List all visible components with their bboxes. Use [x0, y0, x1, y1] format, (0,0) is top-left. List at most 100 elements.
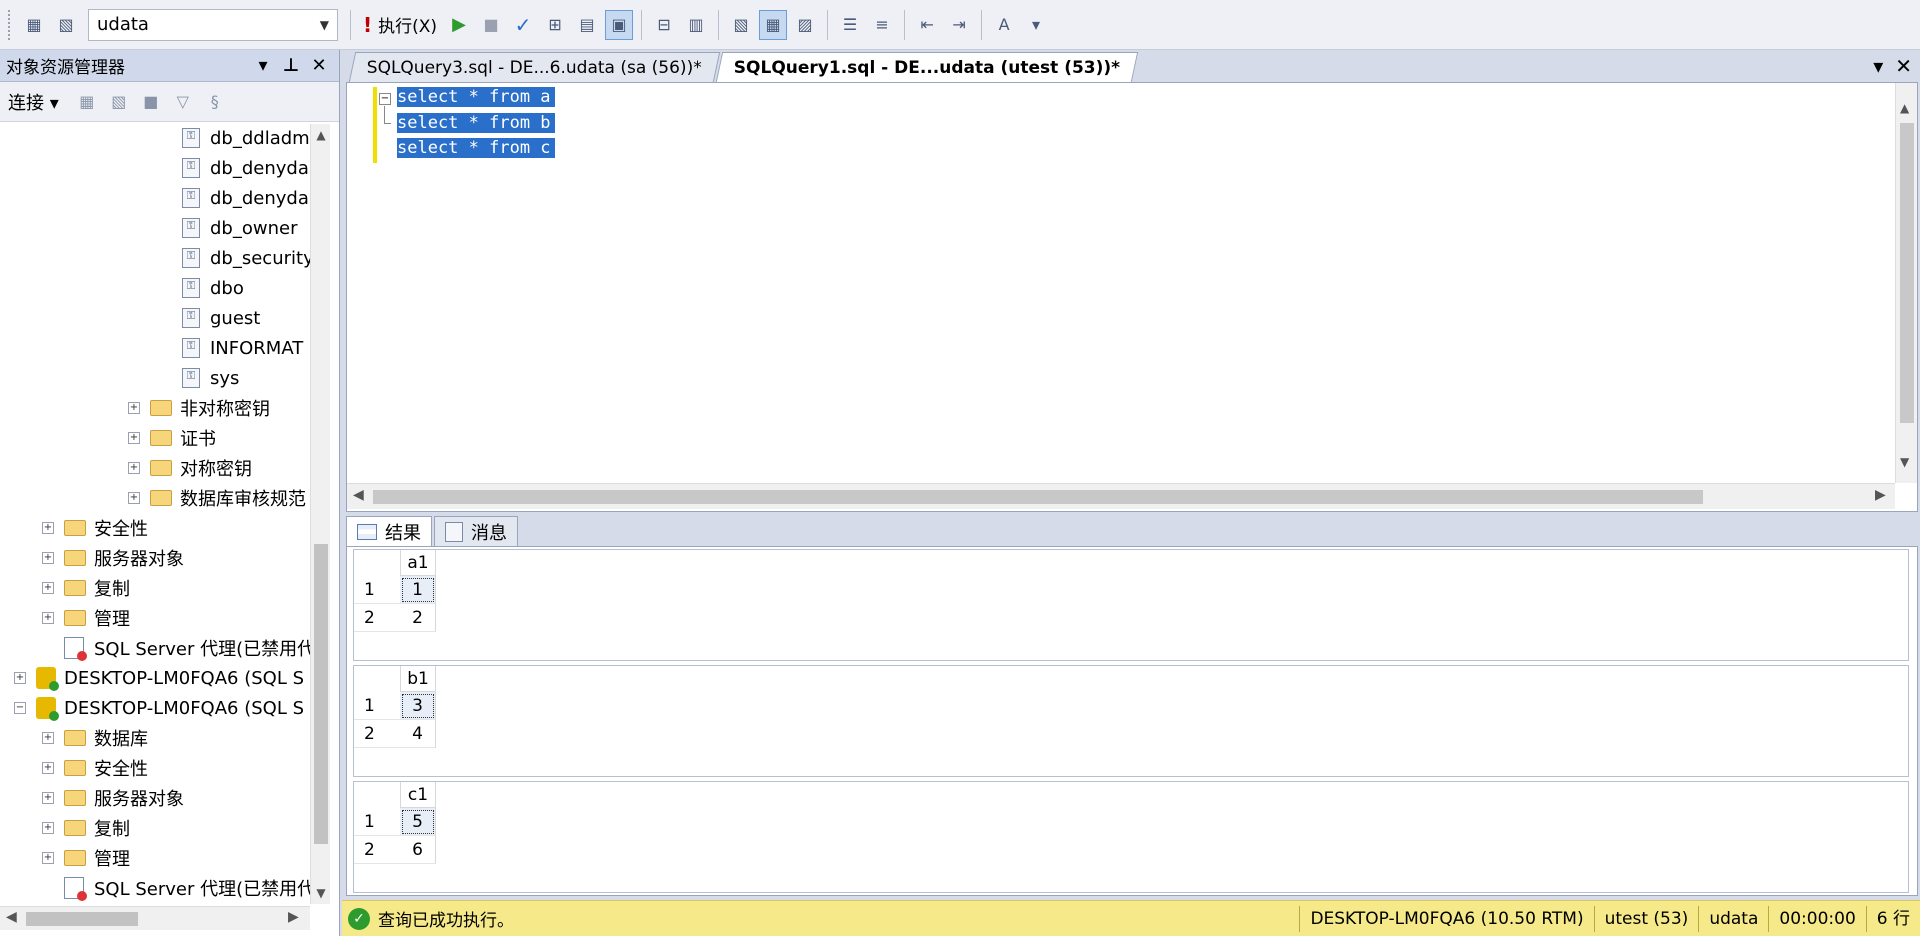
scrollbar-thumb[interactable] [373, 490, 1703, 504]
expand-icon[interactable]: + [42, 522, 54, 534]
expand-icon[interactable]: + [42, 732, 54, 744]
row-number[interactable]: 1 [354, 692, 400, 720]
client-stats-icon[interactable]: ▥ [682, 10, 710, 40]
tree-node[interactable]: ⚿ db_denyda [182, 184, 309, 212]
chevron-left-icon[interactable]: ◀ [6, 909, 17, 925]
chevron-down-icon[interactable]: ▼ [311, 886, 331, 900]
tree-node[interactable]: + 复制 [42, 814, 130, 842]
column-header[interactable]: a1 [400, 550, 436, 576]
result-grid-b[interactable]: b1 1 3 2 4 [353, 665, 1909, 777]
results-to-file-icon[interactable]: ▨ [791, 10, 819, 40]
results-to-text-icon[interactable]: ▧ [727, 10, 755, 40]
row-number[interactable]: 2 [354, 604, 400, 632]
stop-icon[interactable]: ■ [477, 10, 505, 40]
stop-icon[interactable]: ■ [138, 90, 164, 114]
estimated-plan-icon[interactable]: ▤ [573, 10, 601, 40]
register-server-icon[interactable]: ▦ [20, 10, 48, 40]
tree-node[interactable]: ⚿ db_security [182, 244, 310, 272]
tree-node[interactable]: + 非对称密钥 [128, 394, 270, 422]
tree-node[interactable]: + 证书 [128, 424, 216, 452]
row-number[interactable]: 2 [354, 720, 400, 748]
tab-results[interactable]: 结果 [346, 516, 432, 546]
tree-node[interactable]: + DESKTOP-LM0FQA6 (SQL S [14, 664, 304, 692]
tree-node[interactable]: + 服务器对象 [42, 784, 184, 812]
expand-icon[interactable]: + [42, 792, 54, 804]
expand-icon[interactable]: + [42, 762, 54, 774]
tree-node[interactable]: SQL Server 代理(已禁用代 [64, 634, 310, 662]
grid-cell[interactable]: 5 [400, 808, 436, 836]
tab-messages[interactable]: 消息 [434, 516, 518, 546]
disconnect-icon[interactable]: ▧ [52, 10, 80, 40]
tab-sqlquery1[interactable]: SQLQuery1.sql - DE...udata (utest (53))* [715, 52, 1139, 82]
tree-node[interactable]: + 对称密钥 [128, 454, 252, 482]
scrollbar-thumb[interactable] [314, 544, 328, 844]
expand-icon[interactable]: + [42, 852, 54, 864]
decrease-indent-icon[interactable]: ⇤ [913, 10, 941, 40]
chevron-down-icon[interactable]: ▼ [1900, 455, 1909, 469]
expand-icon[interactable]: + [14, 672, 26, 684]
toolbar-overflow-icon[interactable]: ▾ [1022, 10, 1050, 40]
tree-node[interactable]: + 管理 [42, 604, 130, 632]
tree-node[interactable]: + 服务器对象 [42, 544, 184, 572]
column-header[interactable]: c1 [400, 782, 436, 808]
close-icon[interactable]: ✕ [1895, 54, 1912, 78]
code-text[interactable]: select * from a select * from b select *… [397, 85, 555, 162]
results-to-grid-icon[interactable]: ▣ [605, 9, 634, 40]
expand-icon[interactable]: + [128, 492, 140, 504]
result-grid-a[interactable]: a1 1 1 2 2 [353, 549, 1909, 661]
expand-icon[interactable]: + [42, 822, 54, 834]
tree-node[interactable]: + 复制 [42, 574, 130, 602]
chevron-up-icon[interactable]: ▲ [1900, 101, 1909, 115]
execute-button[interactable]: ! 执行(X) [357, 10, 443, 40]
expand-icon[interactable]: + [42, 552, 54, 564]
expand-icon[interactable]: + [128, 432, 140, 444]
row-number[interactable]: 1 [354, 576, 400, 604]
tree-node[interactable]: ⚿ sys [182, 364, 239, 392]
close-icon[interactable]: ✕ [305, 55, 333, 76]
grid-cell[interactable]: 3 [400, 692, 436, 720]
editor-horizontal-scrollbar[interactable]: ◀ ▶ [347, 483, 1895, 509]
toolbar-grip[interactable] [8, 9, 12, 40]
connect-button[interactable]: 连接 ▾ [8, 89, 59, 115]
tree-node[interactable]: + 安全性 [42, 514, 148, 542]
tree-node[interactable]: ⚿ db_denyda [182, 154, 309, 182]
chevron-right-icon[interactable]: ▶ [1875, 487, 1886, 503]
expand-icon[interactable]: + [128, 462, 140, 474]
chevron-down-icon[interactable]: ▾ [249, 55, 277, 76]
query-designer-icon[interactable]: ⊞ [541, 10, 569, 40]
database-select[interactable]: udata ▼ [88, 8, 338, 41]
expand-icon[interactable]: + [42, 582, 54, 594]
grid-cell[interactable]: 4 [400, 720, 436, 748]
parse-check-icon[interactable]: ✓ [509, 10, 537, 40]
fold-collapse-icon[interactable]: − [379, 93, 391, 105]
specify-values-icon[interactable]: A [990, 10, 1018, 40]
tree-node[interactable]: ⚿ dbo [182, 274, 244, 302]
grid-cell[interactable]: 2 [400, 604, 436, 632]
expand-icon[interactable]: + [128, 402, 140, 414]
expand-icon[interactable]: + [42, 612, 54, 624]
grid-cell[interactable]: 1 [400, 576, 436, 604]
tree-node[interactable]: ⚿ db_ddladm [182, 124, 310, 152]
results-grid-icon[interactable]: ▦ [759, 9, 788, 40]
tree-horizontal-scrollbar[interactable]: ◀ ▶ [0, 906, 310, 930]
result-grid-c[interactable]: c1 1 5 2 6 [353, 781, 1909, 893]
column-header[interactable]: b1 [400, 666, 436, 692]
collapse-icon[interactable]: − [14, 702, 26, 714]
uncomment-icon[interactable]: ≡ [868, 10, 896, 40]
comment-icon[interactable]: ☰ [836, 10, 864, 40]
debug-play-icon[interactable]: ▶ [445, 10, 473, 40]
editor-vertical-scrollbar[interactable]: ▲ ▼ [1895, 83, 1917, 483]
chevron-down-icon[interactable]: ▾ [1873, 54, 1883, 78]
scrollbar-thumb[interactable] [26, 912, 138, 926]
tree-node[interactable]: − DESKTOP-LM0FQA6 (SQL S [14, 694, 304, 722]
chevron-right-icon[interactable]: ▶ [288, 909, 299, 925]
tree-node[interactable]: SQL Server 代理(已禁用代 [64, 874, 310, 902]
scrollbar-thumb[interactable] [1900, 123, 1914, 423]
include-plan-icon[interactable]: ⊟ [650, 10, 678, 40]
increase-indent-icon[interactable]: ⇥ [945, 10, 973, 40]
tree-node[interactable]: + 管理 [42, 844, 130, 872]
tab-sqlquery3[interactable]: SQLQuery3.sql - DE...6.udata (sa (56))* [348, 52, 721, 82]
tree-node[interactable]: + 数据库 [42, 724, 148, 752]
chevron-left-icon[interactable]: ◀ [353, 487, 364, 503]
tree-node[interactable]: ⚿ db_owner [182, 214, 297, 242]
